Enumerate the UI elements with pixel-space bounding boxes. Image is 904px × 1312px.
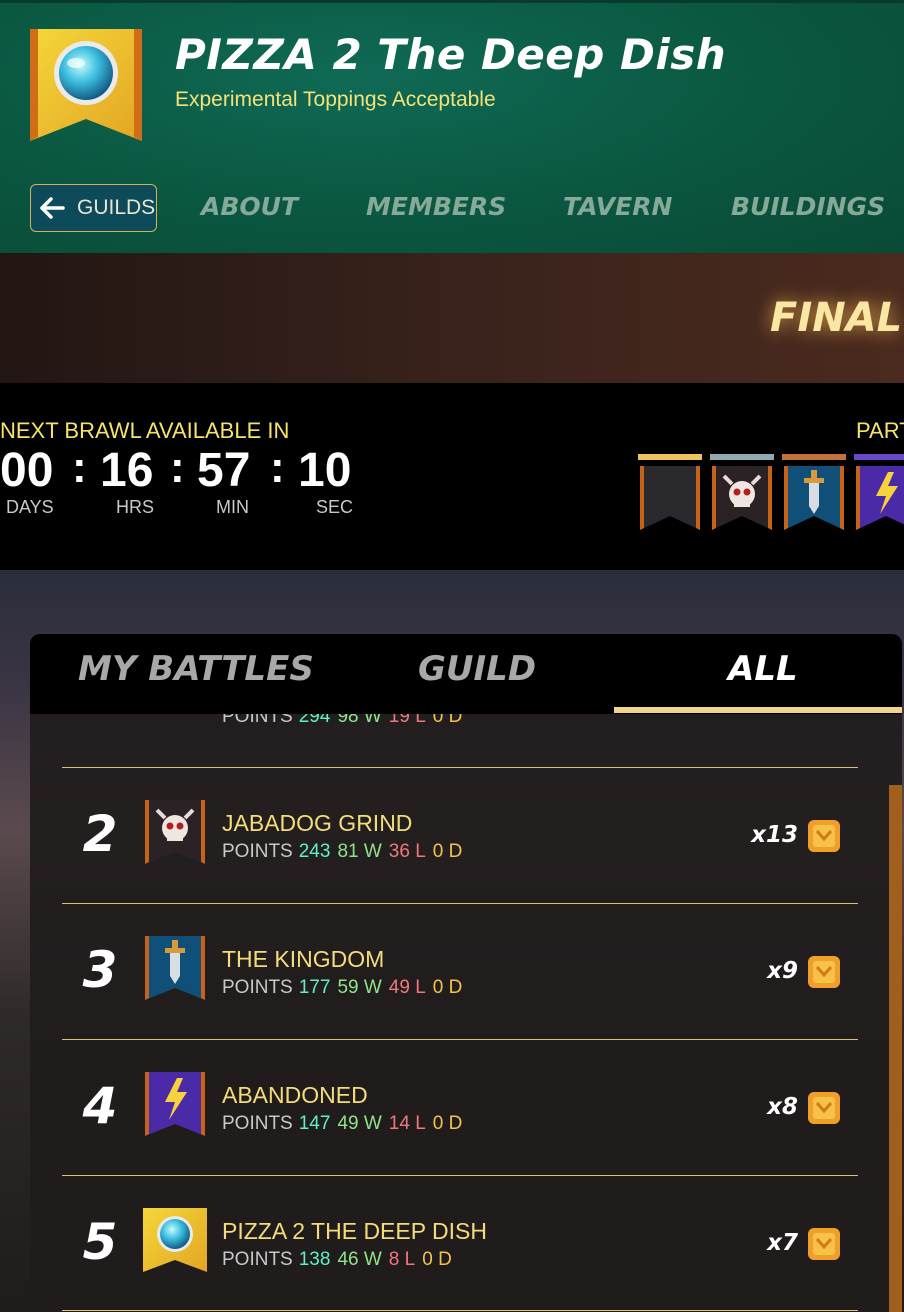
back-to-guilds-button[interactable]: GUILDS: [30, 184, 157, 232]
reward-multiplier: x13: [751, 822, 798, 848]
chest-icon: [808, 1228, 840, 1260]
reward-multiplier: x7: [767, 1230, 798, 1256]
countdown-separator: :: [170, 443, 185, 492]
guild-subtitle: Experimental Toppings Acceptable: [175, 88, 496, 111]
back-button-label: GUILDS: [77, 196, 156, 219]
countdown-hours: 16: [100, 444, 154, 497]
days-unit-label: DAYS: [6, 497, 54, 517]
skull-banner-icon: [145, 800, 205, 864]
sword-banner-icon: [145, 936, 205, 1000]
guild-stats: POINTS 147 49 W 14 L0 D: [222, 1113, 463, 1134]
orb-banner-icon: [30, 29, 142, 141]
next-brawl-label: NEXT BRAWL AVAILABLE IN: [0, 418, 290, 443]
sec-unit-label: SEC: [316, 497, 354, 517]
row-divider: [62, 903, 858, 904]
countdown-days: 00: [0, 444, 54, 497]
guild-title: PIZZA 2 The Deep Dish: [175, 30, 727, 79]
countdown-separator: :: [270, 443, 285, 492]
reward-multiplier: x8: [767, 1094, 798, 1120]
tab-my-battles[interactable]: MY BATTLES: [78, 649, 314, 689]
countdown-seconds: 10: [298, 444, 352, 497]
countdown-minutes: 57: [197, 444, 251, 497]
guild-name[interactable]: JABADOG GRIND: [222, 810, 412, 837]
row-divider: [62, 767, 858, 768]
dark-banner-icon: [638, 454, 702, 530]
rank-number: 4: [82, 1077, 118, 1135]
tab-all[interactable]: ALL: [728, 649, 798, 689]
arrow-left-icon: [40, 197, 65, 219]
guild-stats: POINTS 177 59 W 49 L0 D: [222, 977, 463, 998]
nav-tab-about[interactable]: ABOUT: [201, 192, 298, 221]
guild-name[interactable]: ABANDONED: [222, 1082, 368, 1109]
chest-icon: [808, 956, 840, 988]
orb-banner-icon: [143, 1208, 207, 1272]
rank-number: 2: [82, 805, 118, 863]
chest-icon: [808, 820, 840, 852]
nav-tab-buildings[interactable]: BUILDINGS: [731, 192, 885, 221]
guild-stats: POINTS 243 81 W 36 L0 D: [222, 841, 463, 862]
brawl-stage-banner: [0, 253, 904, 383]
brawl-stage-title: FINAL: [770, 295, 903, 341]
lightning-banner-icon: [854, 454, 904, 530]
participants-label: PART: [856, 418, 904, 443]
rank-number: 5: [82, 1213, 118, 1271]
rank-number: 3: [82, 941, 118, 999]
sword-banner-icon: [782, 454, 846, 530]
countdown-separator: :: [72, 443, 87, 492]
row-divider: [62, 1039, 858, 1040]
guild-name[interactable]: THE KINGDOM: [222, 946, 384, 973]
min-unit-label: MIN: [216, 497, 249, 517]
skull-banner-icon: [710, 454, 774, 530]
guild-stats: POINTS 138 46 W8 L0 D: [222, 1249, 452, 1270]
header-top-line: [0, 0, 904, 3]
lightning-banner-icon: [145, 1072, 205, 1136]
nav-tab-members[interactable]: MEMBERS: [366, 192, 506, 221]
list-scrollbar[interactable]: [889, 785, 902, 1312]
guild-name[interactable]: PIZZA 2 THE DEEP DISH: [222, 1218, 487, 1245]
hrs-unit-label: HRS: [116, 497, 155, 517]
nav-tab-tavern[interactable]: TAVERN: [563, 192, 672, 221]
chest-icon: [808, 1092, 840, 1124]
tab-guild[interactable]: GUILD: [418, 649, 536, 689]
row-divider: [62, 1310, 858, 1311]
active-tab-indicator: [614, 707, 902, 713]
row-divider: [62, 1175, 858, 1176]
reward-multiplier: x9: [767, 958, 798, 984]
